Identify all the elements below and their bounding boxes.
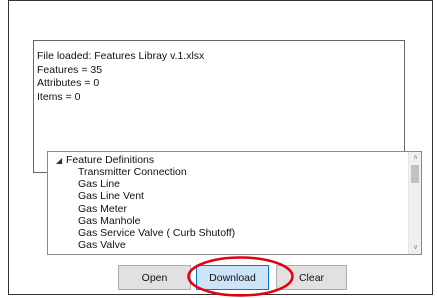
tree-children: Transmitter Connection Gas Line Gas Line…: [78, 166, 235, 251]
log-line-attributes: Attributes = 0: [37, 77, 100, 89]
log-line-items: Items = 0: [37, 90, 81, 103]
tree-item[interactable]: Gas Line: [78, 178, 235, 190]
tree-item[interactable]: Gas Valve: [78, 239, 235, 251]
tree-content: ◢ Feature Definitions Transmitter Connect…: [48, 152, 407, 254]
log-line-file-loaded: File loaded: Features Libray v.1.xlsx: [37, 50, 205, 62]
log-line-features: Features = 35: [37, 63, 103, 76]
download-button[interactable]: Download: [196, 265, 269, 290]
tree-item[interactable]: Gas Manhole: [78, 215, 235, 227]
tree-item[interactable]: Gas Service Valve ( Curb Shutoff): [78, 227, 235, 239]
scroll-thumb[interactable]: [411, 165, 419, 183]
open-button[interactable]: Open: [118, 265, 191, 290]
tree-item[interactable]: Gas Meter: [78, 203, 235, 215]
tree-vertical-scrollbar[interactable]: ∧ ∨: [408, 152, 421, 254]
clear-button[interactable]: Clear: [276, 265, 347, 290]
scroll-down-arrow-icon[interactable]: ∨: [409, 242, 421, 254]
scroll-up-arrow-icon[interactable]: ∧: [409, 152, 421, 164]
tree-root-label: Feature Definitions: [66, 154, 155, 166]
expand-caret-icon[interactable]: ◢: [56, 155, 66, 167]
feature-tree-view[interactable]: ◢ Feature Definitions Transmitter Connect…: [47, 151, 422, 255]
tree-item[interactable]: Gas Line Vent: [78, 190, 235, 202]
tree-item[interactable]: Transmitter Connection: [78, 166, 235, 178]
